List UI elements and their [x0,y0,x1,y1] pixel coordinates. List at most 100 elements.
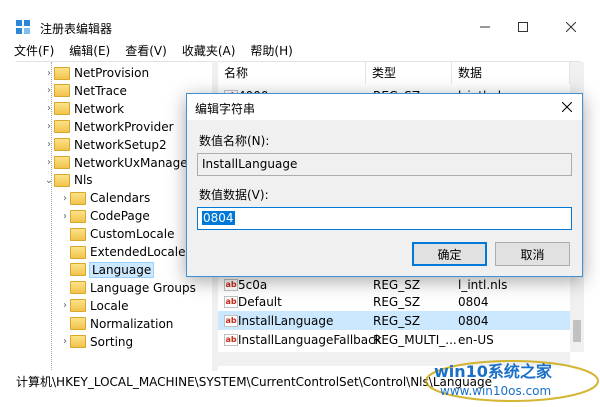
menu-view[interactable]: 查看(V) [125,41,167,61]
chevron-right-icon[interactable]: › [44,100,54,118]
tree-item[interactable]: › Network [44,100,124,118]
chevron-right-icon[interactable]: › [60,297,70,315]
value-data-input[interactable]: 0804 [197,207,572,230]
folder-icon [54,156,70,169]
edit-string-dialog: 编辑字符串 数值名称(N): InstallLanguage 数值数据(V): … [186,93,583,277]
folder-icon [54,120,70,134]
chevron-right-icon[interactable]: › [44,64,54,82]
tree-item[interactable]: Language [60,261,155,279]
value-name-field: InstallLanguage [197,153,572,176]
menu-bar: 文件(F) 编辑(E) 查看(V) 收藏夹(A) 帮助(H) [0,41,600,61]
dialog-title: 编辑字符串 [195,102,256,116]
watermark-title: win10系统之家 [434,362,553,381]
tree-item-label: Sorting [90,334,134,349]
chevron-right-icon[interactable]: › [44,154,54,172]
chevron-right-icon[interactable]: › [44,136,54,154]
close-icon [566,22,576,32]
string-value-icon: ab [224,278,238,291]
registry-editor-icon [16,20,30,34]
string-value-icon: ab [224,333,238,346]
tree-item-label: NetworkProvider [74,119,174,134]
chevron-right-icon[interactable]: › [44,82,54,100]
minimize-icon [480,26,490,28]
value-type: REG_SZ [373,313,421,328]
close-button[interactable] [548,16,594,38]
chevron-right-icon[interactable]: › [44,118,54,136]
folder-icon [54,66,70,80]
value-row[interactable]: ab InstallLanguageFallback REG_MULTI_... en… [218,330,570,349]
tree-item[interactable]: › Sorting [60,333,133,351]
folder-icon [54,84,70,98]
ok-button[interactable]: 确定 [412,242,487,266]
tree-item[interactable]: › Calendars [60,189,150,207]
tree-item-label: Nls [74,173,93,188]
tree-item-label: NetworkUxManager [74,155,193,170]
value-row[interactable]: ab Default REG_SZ 0804 [218,292,570,311]
value-type: REG_MULTI_... [373,332,457,347]
chevron-right-icon[interactable]: › [60,333,70,351]
value-type: REG_SZ [373,277,421,292]
tree-item[interactable]: Normalization [60,315,173,333]
folder-icon [54,102,70,116]
tree-item[interactable]: › NetTrace [44,82,127,100]
folder-icon [70,191,86,205]
value-row[interactable]: ab InstallLanguage REG_SZ 0804 [218,311,570,330]
chevron-right-icon [60,243,70,261]
tree-item-label: Language Groups [90,280,196,295]
tree-item[interactable]: › NetProvision [44,64,149,82]
value-data: l_intl.nls [458,277,508,292]
chevron-right-icon [60,279,70,297]
menu-help[interactable]: 帮助(H) [250,41,292,61]
value-name: InstallLanguageFallback [238,332,382,347]
watermark-logo: win10系统之家 www.win10os.com [425,360,599,402]
window-title: 注册表编辑器 [40,22,113,36]
value-name: Default [238,294,282,309]
tree-item-label: Network [74,101,125,116]
tree-item-label: CodePage [90,209,150,224]
tree-item[interactable]: Language Groups [60,279,196,297]
column-header-data[interactable]: 数据 [452,62,570,84]
folder-icon [70,281,86,295]
value-data-label: 数值数据(V): [199,188,269,202]
string-value-icon: ab [224,314,238,327]
chevron-right-icon[interactable]: › [60,189,70,207]
value-name-label: 数值名称(N): [199,134,270,148]
tree-item-label: ExtendedLocale [90,245,186,259]
value-type: REG_SZ [373,294,421,309]
menu-favorites[interactable]: 收藏夹(A) [182,41,236,61]
maximize-icon [518,22,528,32]
dialog-close-button[interactable] [558,98,576,116]
tree-item[interactable]: ⌄ Nls [44,171,93,189]
cancel-button[interactable]: 取消 [495,242,570,266]
tree-item-label: NetworkSetup2 [74,137,167,152]
tree-item-label: Language [88,261,155,278]
folder-icon [70,227,86,241]
menu-edit[interactable]: 编辑(E) [69,41,110,61]
folder-icon [70,335,86,348]
maximize-button[interactable] [500,16,546,38]
registry-tree[interactable]: › NetProvision › NetTrace › Network › NetworkPr… [16,61,212,371]
watermark-url: www.win10os.com [440,384,551,398]
tree-item[interactable]: › CodePage [60,207,150,225]
tree-item-label: Calendars [90,191,151,206]
tree-item[interactable]: ExtendedLocale [60,243,185,261]
chevron-right-icon [60,261,70,279]
value-name: InstallLanguage [238,313,334,328]
scroll-thumb[interactable] [573,320,581,342]
column-header-name[interactable]: 名称 [218,62,366,84]
tree-item[interactable]: › NetworkUxManager [44,154,193,172]
menu-file[interactable]: 文件(F) [14,41,54,61]
tree-item[interactable]: › Locale [60,297,128,315]
tree-item[interactable]: › NetworkSetup2 [44,136,167,154]
chevron-right-icon[interactable]: › [60,207,70,225]
tree-item-label: Locale [90,298,129,313]
tree-item[interactable]: › NetworkProvider [44,118,174,136]
folder-icon [70,299,86,313]
close-icon [562,102,572,112]
chevron-right-icon [60,315,70,333]
tree-item[interactable]: CustomLocale [60,225,174,243]
chevron-right-icon [60,225,70,243]
folder-icon [70,209,86,223]
column-header-type[interactable]: 类型 [366,62,452,84]
chevron-down-icon[interactable]: ⌄ [44,171,54,189]
